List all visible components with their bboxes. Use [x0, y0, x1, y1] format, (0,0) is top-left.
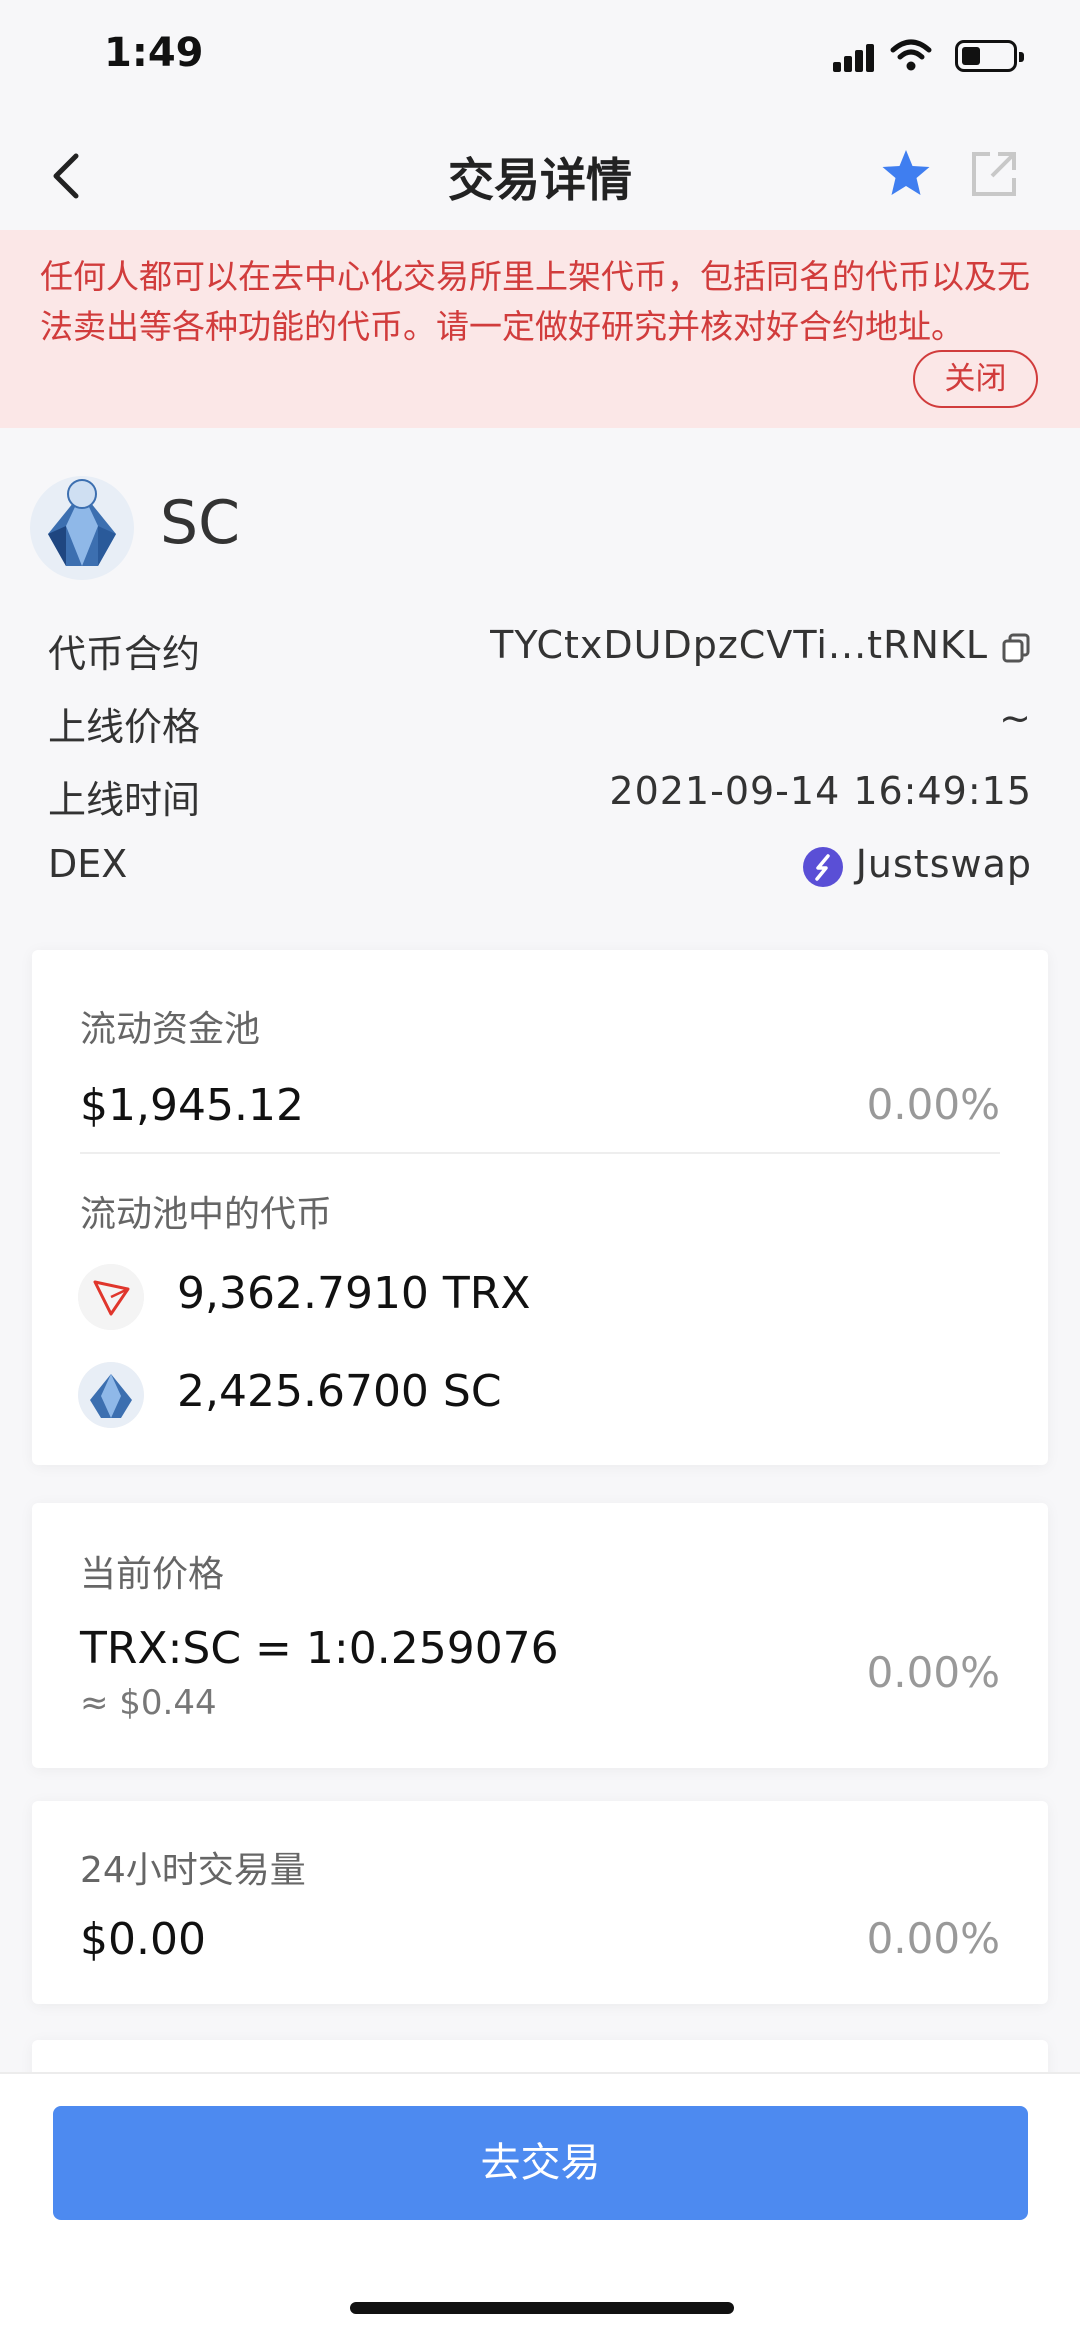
current-price-card: 当前价格 TRX:SC = 1:0.259076 ≈ $0.44 0.00% — [32, 1503, 1048, 1768]
pool-tokens-label: 流动池中的代币 — [80, 1194, 333, 1235]
warning-text: 任何人都可以在去中心化交易所里上架代币，包括同名的代币以及无法卖出等各种功能的代… — [40, 257, 1030, 346]
contract-address[interactable]: TYCtxDUDpzCVTi...tRNKL — [490, 623, 1032, 667]
pool-token-amount: 2,425.6700 SC — [177, 1366, 502, 1417]
trx-logo-icon — [78, 1264, 144, 1330]
info-row-listing-time: 上线时间 2021-09-14 16:49:15 — [48, 769, 1032, 829]
favorite-star-icon[interactable] — [878, 146, 934, 202]
liquidity-card: 流动资金池 $1,945.12 0.00% 流动池中的代币 9,362.7910… — [32, 950, 1048, 1465]
go-trade-button[interactable]: 去交易 — [53, 2106, 1028, 2220]
token-info-section: SC 代币合约 TYCtxDUDpzCVTi...tRNKL 上线价格 ~ 上线… — [0, 428, 1080, 928]
battery-icon — [955, 40, 1024, 72]
signal-icon — [833, 44, 875, 72]
sc-token-logo-icon — [30, 476, 134, 580]
price-ratio: TRX:SC = 1:0.259076 — [80, 1623, 559, 1674]
info-label: 上线价格 — [48, 705, 201, 749]
nav-bar: 交易详情 — [0, 120, 1080, 230]
close-warning-button[interactable]: 关闭 — [913, 350, 1038, 408]
liquidity-change: 0.00% — [866, 1080, 1000, 1129]
pool-token-amount: 9,362.7910 TRX — [177, 1268, 531, 1319]
dex-value: Justswap — [802, 842, 1032, 888]
status-time: 1:49 — [104, 30, 204, 76]
price-label: 当前价格 — [80, 1554, 225, 1595]
listing-time-value: 2021-09-14 16:49:15 — [609, 769, 1032, 813]
volume-label: 24小时交易量 — [80, 1850, 306, 1891]
wifi-icon — [890, 39, 932, 71]
info-row-listing-price: 上线价格 ~ — [48, 696, 1032, 756]
home-indicator — [350, 2302, 734, 2314]
info-label: 上线时间 — [48, 778, 201, 822]
info-label: DEX — [48, 842, 128, 886]
divider — [80, 1152, 1000, 1154]
status-bar: 1:49 — [0, 0, 1080, 120]
price-change: 0.00% — [866, 1648, 1000, 1697]
justswap-logo-icon — [802, 846, 843, 887]
volume-value: $0.00 — [80, 1914, 206, 1965]
info-row-dex: DEX Justswap — [48, 842, 1032, 902]
risk-warning-banner: 任何人都可以在去中心化交易所里上架代币，包括同名的代币以及无法卖出等各种功能的代… — [0, 230, 1080, 428]
info-row-contract: 代币合约 TYCtxDUDpzCVTi...tRNKL — [48, 623, 1032, 683]
copy-icon[interactable] — [1000, 631, 1032, 665]
liquidity-label: 流动资金池 — [80, 1009, 261, 1050]
volume-24h-card: 24小时交易量 $0.00 0.00% — [32, 1801, 1048, 2004]
bottom-action-bar: 去交易 — [0, 2072, 1080, 2337]
liquidity-value: $1,945.12 — [80, 1080, 304, 1131]
listing-price-value: ~ — [999, 696, 1032, 740]
share-external-icon[interactable] — [966, 146, 1022, 202]
volume-change: 0.00% — [866, 1914, 1000, 1963]
sc-logo-icon — [78, 1362, 144, 1428]
price-usd: ≈ $0.44 — [80, 1683, 217, 1723]
info-label: 代币合约 — [48, 632, 201, 676]
token-symbol: SC — [160, 488, 240, 558]
